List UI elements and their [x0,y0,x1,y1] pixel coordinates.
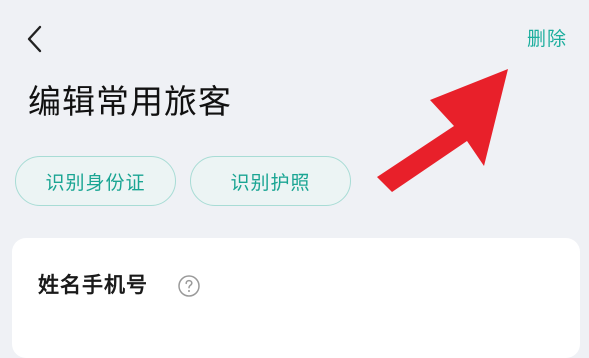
question-circle-icon[interactable] [177,274,201,298]
scan-passport-button[interactable]: 识别护照 [190,156,351,206]
page-title: 编辑常用旅客 [28,82,232,121]
traveler-info-card: 姓名手机号 [12,238,580,358]
chevron-left-icon [27,25,42,53]
delete-link[interactable]: 删除 [527,26,567,52]
scan-id-card-button[interactable]: 识别身份证 [15,156,176,206]
name-phone-label: 姓名手机号 [38,273,148,297]
back-button[interactable] [20,22,52,56]
